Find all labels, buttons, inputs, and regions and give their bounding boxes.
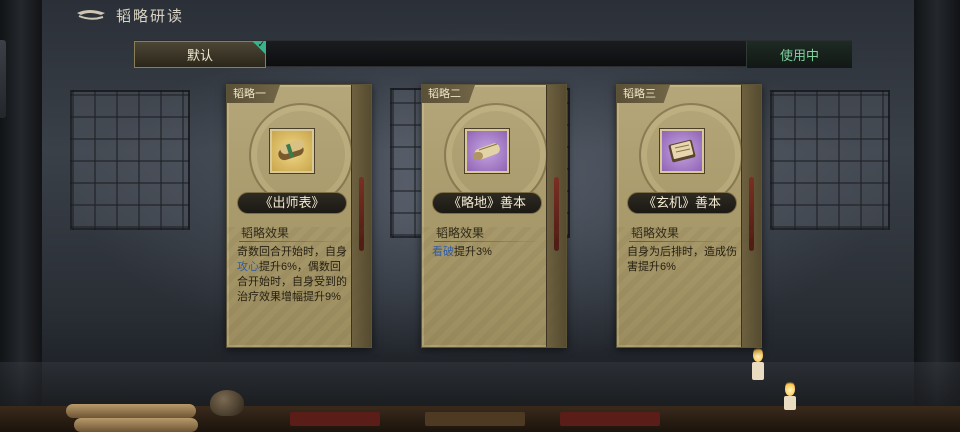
effect-title: 韬略效果 [241,226,290,240]
effect-text: 看破提升3% [432,245,546,260]
back-button[interactable] [74,6,108,24]
strategy-card-2[interactable]: 韬略二 《略地》善本 韬略效果 看破提升3% [421,84,567,348]
book-decor-1 [290,412,380,426]
book-decor-2 [425,412,525,426]
effect-divider [629,241,737,242]
effect-divider [239,241,347,242]
tab-default-label: 默认 [186,48,213,63]
strategy-card-1[interactable]: 韬略一 《出师表》 韬略效果 奇数回合开始时，自身攻心提升6%，偶数回合开始时，… [226,84,372,348]
floor [0,362,960,432]
incense-burner [210,390,244,416]
effect-keyword[interactable]: 攻心 [237,261,259,273]
candle-2 [784,396,796,410]
scroll-roll-decor [66,404,196,418]
card-tag: 韬略三 [617,85,670,103]
effect-divider [434,241,542,242]
card-side-rail [546,85,566,347]
header-bar: 韬略研读 [0,0,960,30]
page-title: 韬略研读 [116,8,185,25]
tab-default[interactable]: 默认 ✓ [134,39,266,68]
scroll-icon[interactable] [270,129,314,173]
candle-flame-2 [785,380,795,396]
effect-text-pre: 奇数回合开始时，自身 [237,246,347,258]
candle-1 [752,362,764,380]
window-left [70,90,190,230]
card-name: 《出师表》 [237,192,347,214]
effect-keyword[interactable]: 看破 [432,246,454,258]
scroll-icon[interactable] [465,129,509,173]
card-name: 《略地》善本 [432,192,542,214]
effect-title: 韬略效果 [631,226,680,240]
card-tag: 韬略一 [227,85,280,103]
strategy-card-3[interactable]: 韬略三 《玄机》善本 韬略效果 自身为后排时，造成伤害提升6% [616,84,762,348]
side-handle[interactable] [0,40,6,118]
table-top [0,406,960,432]
card-side-rail [741,85,761,347]
card-tag: 韬略二 [422,85,475,103]
effect-text-post: 提升3% [454,246,492,258]
effect-text: 自身为后排时，造成伤害提升6% [627,245,741,275]
window-right [770,90,890,230]
pillar-right [914,0,960,432]
effect-text: 奇数回合开始时，自身攻心提升6%，偶数回合开始时，自身受到的治疗效果增幅提升9% [237,245,351,305]
in-use-button[interactable]: 使用中 [746,41,852,68]
effect-text-pre: 自身为后排时，造成伤害提升6% [627,246,737,273]
selected-check-icon: ✓ [252,39,266,55]
candle-flame-1 [753,346,763,362]
pillar-left [0,0,42,432]
effect-title: 韬略效果 [436,226,485,240]
card-name: 《玄机》善本 [627,192,737,214]
book-decor-3 [560,412,660,426]
card-side-rail [351,85,371,347]
scroll-roll-decor-2 [74,418,198,432]
book-icon[interactable] [660,129,704,173]
back-arrow-icon [77,10,105,20]
tab-bar: 默认 ✓ 使用中 [134,39,852,68]
